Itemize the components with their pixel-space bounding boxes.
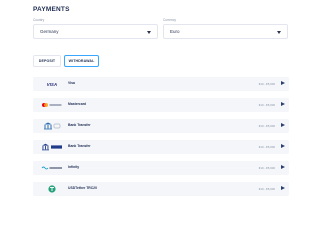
payment-method-name: Visa (68, 81, 75, 85)
currency-label: Currency (163, 18, 176, 22)
play-arrow-icon (281, 123, 285, 127)
payment-method-range: €10 - €5,000 (258, 186, 275, 191)
payment-method-row-visa[interactable]: VISA Visa €10 - €5,000 (33, 77, 289, 91)
page-title: PAYMENTS (33, 6, 70, 13)
payment-methods-list: VISA Visa €10 - €5,000 Mastercard €10 - … (33, 77, 289, 203)
play-arrow-icon (281, 186, 285, 190)
bank-transfer-logo (41, 122, 63, 130)
play-arrow-icon (281, 165, 285, 169)
payment-method-range: €10 - €5,000 (258, 81, 275, 86)
play-arrow-icon (281, 102, 285, 106)
payment-method-range: €10 - €5,000 (258, 102, 275, 107)
tab-withdrawal[interactable]: WITHDRAWAL (64, 55, 99, 67)
payment-method-row-infinity[interactable]: Infinity €10 - €5,000 (33, 161, 289, 175)
play-arrow-icon (281, 144, 285, 148)
payment-method-range: €10 - €5,000 (258, 144, 275, 149)
country-select[interactable]: Germany (33, 24, 158, 39)
play-arrow-icon (281, 81, 285, 85)
country-value: Germany (40, 29, 59, 34)
payment-method-row-bank-transfer[interactable]: Bank Transfer €10 - €5,000 (33, 119, 289, 133)
payment-method-name: Bank Transfer (68, 123, 91, 127)
payment-method-row-tether[interactable]: USDTether TRC20 €10 - €5,000 (33, 182, 289, 196)
chevron-down-icon (277, 31, 281, 34)
tab-deposit[interactable]: DEPOSIT (33, 55, 61, 67)
infinity-logo (41, 164, 63, 172)
currency-value: Euro (170, 29, 180, 34)
payment-method-name: Mastercard (68, 102, 87, 106)
currency-select[interactable]: Euro (163, 24, 288, 39)
payment-method-name: Bank Transfer (68, 144, 91, 148)
payment-method-name: Infinity (68, 165, 80, 169)
payment-method-range: €10 - €5,000 (258, 123, 275, 128)
payment-method-row-sepa-transfer[interactable]: Bank Transfer €10 - €5,000 (33, 140, 289, 154)
country-label: Country (33, 18, 45, 22)
payment-method-range: €10 - €5,000 (258, 165, 275, 170)
tether-logo (41, 185, 63, 193)
payment-method-row-mastercard[interactable]: Mastercard €10 - €5,000 (33, 98, 289, 112)
chevron-down-icon (147, 31, 151, 34)
sepa-bank-logo (41, 143, 63, 151)
payment-method-name: USDTether TRC20 (68, 186, 97, 190)
payments-page: PAYMENTS Country Germany Currency Euro D… (0, 0, 323, 203)
mastercard-logo (41, 101, 63, 109)
visa-logo: VISA (46, 81, 58, 87)
